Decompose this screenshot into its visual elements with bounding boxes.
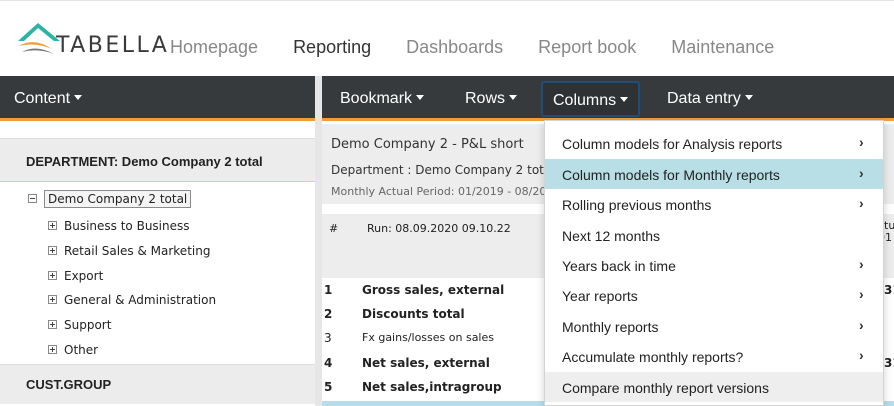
menu-item-compare-versions[interactable]: Compare monthly report versions xyxy=(545,372,883,402)
collapse-icon[interactable] xyxy=(28,194,37,203)
run-timestamp: Run: 08.09.2020 09.10.22 xyxy=(367,222,511,235)
tree-item-label[interactable]: Support xyxy=(64,318,111,332)
report-toolbar: Bookmark Rows Columns Data entry xyxy=(322,76,894,121)
row-number: 3 xyxy=(324,331,332,345)
row-number: 2 xyxy=(324,307,333,321)
row-label: Fx gains/losses on sales xyxy=(362,331,494,344)
tabella-logo-icon xyxy=(18,23,60,54)
tree-root-label[interactable]: Demo Company 2 total xyxy=(44,190,192,208)
menu-item-accumulate-monthly[interactable]: Accumulate monthly reports? › xyxy=(545,341,883,371)
menu-item-rolling-previous-months[interactable]: Rolling previous months › xyxy=(545,189,883,219)
main-nav: Homepage Reporting Dashboards Report boo… xyxy=(170,37,809,58)
menu-item-analysis-column-models[interactable]: Column models for Analysis reports › xyxy=(545,128,883,158)
bookmark-menu-label: Bookmark xyxy=(340,90,413,107)
nav-report-book[interactable]: Report book xyxy=(538,37,636,58)
cust-group-header[interactable]: CUST.GROUP xyxy=(0,364,315,404)
left-toolbar: Content xyxy=(0,76,315,121)
row-label: Net sales,intragroup xyxy=(362,380,502,394)
chevron-right-icon: › xyxy=(859,134,864,150)
menu-item-label: Rolling previous months xyxy=(562,197,712,213)
rows-menu-label: Rows xyxy=(465,90,506,107)
tree-item-label[interactable]: Export xyxy=(64,269,103,283)
menu-item-label: Years back in time xyxy=(562,258,676,274)
columns-menu[interactable]: Columns xyxy=(541,81,641,117)
chevron-right-icon: › xyxy=(859,195,864,211)
report-title: Demo Company 2 - P&L short xyxy=(331,137,524,152)
caret-down-icon xyxy=(416,94,425,100)
tree-item-label[interactable]: Retail Sales & Marketing xyxy=(64,244,210,258)
row-label: Gross sales, external xyxy=(362,283,505,297)
chevron-right-icon: › xyxy=(859,256,864,272)
nav-homepage[interactable]: Homepage xyxy=(170,37,258,58)
chevron-right-icon: › xyxy=(859,165,864,181)
menu-item-label: Compare monthly report versions xyxy=(562,380,769,396)
data-entry-menu-label: Data entry xyxy=(667,90,741,107)
nav-dashboards[interactable]: Dashboards xyxy=(406,37,503,58)
caret-down-icon xyxy=(744,94,753,100)
expand-icon[interactable] xyxy=(48,271,57,280)
chevron-right-icon: › xyxy=(859,317,864,333)
tree-item[interactable]: Export xyxy=(48,269,103,283)
tree-root[interactable]: Demo Company 2 total xyxy=(28,190,192,208)
row-label: Net sales, external xyxy=(362,356,490,370)
report-department: Department : Demo Company 2 tota xyxy=(331,163,552,177)
row-label: Discounts total xyxy=(362,307,465,321)
tree-item[interactable]: General & Administration xyxy=(48,293,216,307)
logo-text: TABELLA xyxy=(56,33,170,58)
nav-reporting[interactable]: Reporting xyxy=(293,37,371,58)
menu-item-label: Column models for Analysis reports xyxy=(562,136,783,152)
row-number: 5 xyxy=(324,380,333,394)
caret-down-icon xyxy=(74,94,83,100)
content-menu-label: Content xyxy=(14,90,71,107)
menu-item-label: Year reports xyxy=(562,288,638,304)
menu-item-label: Monthly reports xyxy=(562,319,659,335)
menu-item-year-reports[interactable]: Year reports › xyxy=(545,280,883,310)
caret-down-icon xyxy=(620,96,629,102)
tree-item[interactable]: Business to Business xyxy=(48,219,190,233)
expand-icon[interactable] xyxy=(48,345,57,354)
nav-maintenance[interactable]: Maintenance xyxy=(671,37,774,58)
menu-item-label: Column models for Monthly reports xyxy=(562,167,780,183)
row-value-edge: 31 xyxy=(884,356,894,370)
caret-down-icon xyxy=(509,94,518,100)
expand-icon[interactable] xyxy=(48,295,57,304)
panel-splitter[interactable] xyxy=(315,76,322,406)
row-number: 1 xyxy=(324,283,333,297)
department-header[interactable]: DEPARTMENT: Demo Company 2 total xyxy=(0,138,315,182)
chevron-right-icon: › xyxy=(859,347,864,363)
bookmark-menu[interactable]: Bookmark xyxy=(340,90,425,108)
row-value-edge: 31 xyxy=(884,283,894,297)
tree-item-label[interactable]: Other xyxy=(64,343,98,357)
menu-item-label: Next 12 months xyxy=(562,228,661,244)
columns-dropdown: Column models for Analysis reports › Col… xyxy=(544,120,884,406)
menu-item-monthly-reports[interactable]: Monthly reports › xyxy=(545,311,883,341)
column-hash: # xyxy=(329,222,339,235)
data-entry-menu[interactable]: Data entry xyxy=(667,90,753,108)
chevron-right-icon: › xyxy=(859,286,864,302)
rows-menu[interactable]: Rows xyxy=(465,90,518,108)
dimension-panel: DEPARTMENT: Demo Company 2 total Demo Co… xyxy=(0,124,315,406)
tree-item-label[interactable]: General & Administration xyxy=(64,293,216,307)
row-number: 4 xyxy=(324,356,333,370)
tree-item[interactable]: Other xyxy=(48,343,98,357)
menu-item-next-12-months[interactable]: Next 12 months xyxy=(545,220,883,250)
expand-icon[interactable] xyxy=(48,320,57,329)
tree-item[interactable]: Support xyxy=(48,318,111,332)
expand-icon[interactable] xyxy=(48,221,57,230)
tabella-logo[interactable]: TABELLA xyxy=(16,19,170,61)
tree-item[interactable]: Retail Sales & Marketing xyxy=(48,244,210,258)
report-period: Monthly Actual Period: 01/2019 - 08/201 xyxy=(331,185,554,198)
menu-item-monthly-column-models[interactable]: Column models for Monthly reports › xyxy=(545,159,883,189)
top-header: TABELLA Homepage Reporting Dashboards Re… xyxy=(0,0,894,76)
tree-item-label[interactable]: Business to Business xyxy=(64,219,190,233)
expand-icon[interactable] xyxy=(48,246,57,255)
content-menu[interactable]: Content xyxy=(14,90,83,108)
columns-menu-label: Columns xyxy=(553,92,617,109)
menu-item-label: Accumulate monthly reports? xyxy=(562,349,744,365)
menu-item-years-back[interactable]: Years back in time › xyxy=(545,250,883,280)
